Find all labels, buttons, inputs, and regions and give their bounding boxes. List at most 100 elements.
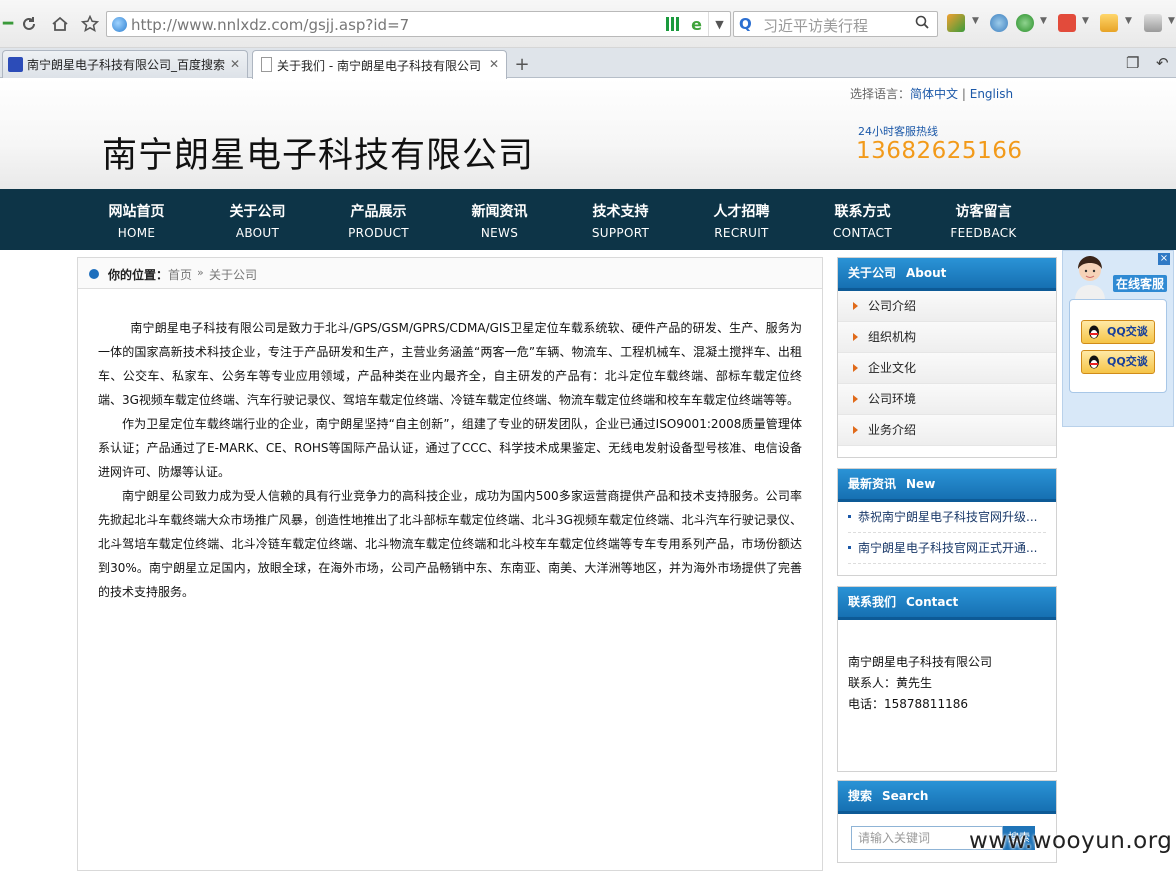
contact-person: 联系人：黄先生 xyxy=(848,676,933,690)
news-box-header: 最新资讯 New xyxy=(838,469,1056,502)
box-title-cn: 联系我们 xyxy=(848,595,897,609)
breadcrumb-home-link[interactable]: 首页 xyxy=(168,266,192,283)
sidebar-item-business[interactable]: 业务介绍 xyxy=(838,415,1056,446)
search-icon[interactable] xyxy=(915,15,929,33)
tab-baidu-search[interactable]: 南宁朗星电子科技有限公司_百度搜索 ✕ xyxy=(2,50,248,78)
news-list-item[interactable]: 南宁朗星电子科技官网正式开通... xyxy=(848,533,1046,564)
arrow-right-icon xyxy=(853,333,858,341)
box-title-cn: 关于公司 xyxy=(848,266,897,280)
nav-label-cn: 关于公司 xyxy=(229,204,286,220)
arrow-right-icon xyxy=(853,395,858,403)
browser-toolbar: ━ http://www.nnlxdz.com/gsjj.asp?id=7 e … xyxy=(0,0,1176,48)
tab-about-us[interactable]: 关于我们 - 南宁朗星电子科技有限公司 ✕ xyxy=(252,50,507,79)
nav-label-cn: 产品展示 xyxy=(350,204,407,220)
nav-label-en: RECRUIT xyxy=(714,226,769,240)
nav-label-cn: 访客留言 xyxy=(955,204,1012,220)
service-agent-avatar-icon xyxy=(1075,256,1105,299)
main-content-panel: 你的位置： 首页 » 关于公司 南宁朗星电子科技有限公司是致力于北斗/GPS/G… xyxy=(77,257,823,871)
nav-label-en: ABOUT xyxy=(235,226,280,240)
ie-mode-icon[interactable]: e xyxy=(691,15,702,34)
breadcrumb-current: 关于公司 xyxy=(209,268,258,282)
close-icon[interactable]: ✕ xyxy=(489,57,499,71)
tab-label: 关于我们 - 南宁朗星电子科技有限公司 xyxy=(277,58,481,73)
nav-label-en: NEWS xyxy=(480,226,519,240)
location-pin-icon xyxy=(89,269,99,279)
article-paragraph: 南宁朗星公司致力成为受人信赖的具有行业竞争力的高科技企业，成功为国内500多家运… xyxy=(98,489,802,599)
safety-caret-icon[interactable]: ▼ xyxy=(1040,16,1047,26)
hotline-label: 24小时客服热线 xyxy=(858,125,938,138)
news-title: 南宁朗星电子科技官网正式开通... xyxy=(858,541,1038,555)
news-list-item[interactable]: 恭祝南宁朗星电子科技官网升级... xyxy=(848,502,1046,533)
zoom-tool-icon[interactable] xyxy=(990,14,1008,32)
nav-recruit[interactable]: 人才招聘 RECRUIT xyxy=(681,189,802,250)
address-dropdown-icon[interactable]: ▼ xyxy=(708,12,730,36)
qq-panel: QQ交谈 QQ交谈 xyxy=(1069,299,1167,393)
news-sidebar-box: 最新资讯 New 恭祝南宁朗星电子科技官网升级... 南宁朗星电子科技官网正式开通… xyxy=(837,468,1057,576)
nav-product[interactable]: 产品展示 PRODUCT xyxy=(318,189,439,250)
safety-shield-icon[interactable] xyxy=(1016,14,1034,32)
search-engine-icon[interactable]: Q xyxy=(739,15,752,33)
apps-grid-icon[interactable] xyxy=(947,14,965,32)
nav-contact[interactable]: 联系方式 CONTACT xyxy=(802,189,923,250)
about-box-header: 关于公司 About xyxy=(838,258,1056,291)
nav-about[interactable]: 关于公司 ABOUT xyxy=(197,189,318,250)
nav-label-cn: 新闻资讯 xyxy=(471,204,528,220)
contact-box-header: 联系我们 Contact xyxy=(838,587,1056,620)
new-tab-plus-icon[interactable]: + xyxy=(510,52,534,76)
sidebar-item-culture[interactable]: 企业文化 xyxy=(838,353,1056,384)
tab-bar: 南宁朗星电子科技有限公司_百度搜索 ✕ 关于我们 - 南宁朗星电子科技有限公司 … xyxy=(0,48,1176,79)
nav-label-en: PRODUCT xyxy=(348,226,409,240)
about-article: 南宁朗星电子科技有限公司是致力于北斗/GPS/GSM/GPRS/CDMA/GIS… xyxy=(98,316,802,604)
qq-button-label: QQ交谈 xyxy=(1107,355,1148,368)
article-paragraph: 南宁朗星电子科技有限公司是致力于北斗/GPS/GSM/GPRS/CDMA/GIS… xyxy=(98,321,802,407)
nav-home[interactable]: 网站首页 HOME xyxy=(76,189,197,250)
nav-label-cn: 技术支持 xyxy=(592,204,649,220)
nav-feedback[interactable]: 访客留言 FEEDBACK xyxy=(923,189,1044,250)
breadcrumb-separator: » xyxy=(197,266,204,279)
favorite-star-icon[interactable] xyxy=(78,12,102,36)
sidebar-item-label: 公司环境 xyxy=(868,392,917,406)
sidebar-item-organization[interactable]: 组织机构 xyxy=(838,322,1056,353)
sidebar-item-company-intro[interactable]: 公司介绍 xyxy=(838,291,1056,322)
refresh-icon[interactable] xyxy=(17,12,41,36)
address-bar[interactable]: http://www.nnlxdz.com/gsjj.asp?id=7 e ▼ xyxy=(106,11,731,37)
contact-info: 南宁朗星电子科技有限公司 联系人：黄先生 电话：15878811186 xyxy=(838,620,1056,725)
browser-search-input[interactable]: 习近平访美行程 xyxy=(763,15,868,36)
apps-caret-icon[interactable]: ▼ xyxy=(972,16,979,26)
lang-chinese-link[interactable]: 简体中文 xyxy=(910,87,958,101)
nav-news[interactable]: 新闻资讯 NEWS xyxy=(439,189,560,250)
box-title-en: Contact xyxy=(906,595,959,609)
nav-support[interactable]: 技术支持 SUPPORT xyxy=(560,189,681,250)
restore-tabs-icon[interactable]: ❐ xyxy=(1126,54,1139,72)
wooyun-watermark: www.wooyun.org xyxy=(969,828,1173,854)
close-icon[interactable]: ✕ xyxy=(230,57,240,71)
sidebar-item-label: 企业文化 xyxy=(868,361,917,375)
address-url[interactable]: http://www.nnlxdz.com/gsjj.asp?id=7 xyxy=(131,16,409,34)
game-caret-icon[interactable]: ▼ xyxy=(1125,16,1132,26)
box-title-en: New xyxy=(906,477,936,491)
nav-label-cn: 联系方式 xyxy=(834,204,891,220)
contact-sidebar-box: 联系我们 Contact 南宁朗星电子科技有限公司 联系人：黄先生 电话：1587… xyxy=(837,586,1057,772)
tools-caret-icon[interactable]: ▼ xyxy=(1168,16,1175,26)
company-logo-title[interactable]: 南宁朗星电子科技有限公司 xyxy=(102,127,534,178)
news-title: 恭祝南宁朗星电子科技官网升级... xyxy=(858,510,1038,524)
undo-close-icon[interactable]: ↶ xyxy=(1156,54,1169,72)
page-icon xyxy=(261,57,272,72)
sidebar-item-label: 组织机构 xyxy=(868,330,917,344)
adblock-icon[interactable] xyxy=(1058,14,1076,32)
close-icon[interactable]: × xyxy=(1158,253,1170,265)
language-label: 选择语言： xyxy=(850,87,911,101)
browser-search-box[interactable]: Q 习近平访美行程 xyxy=(733,11,938,37)
home-icon[interactable] xyxy=(48,12,72,36)
adblock-caret-icon[interactable]: ▼ xyxy=(1082,16,1089,26)
qq-chat-button[interactable]: QQ交谈 xyxy=(1081,350,1155,374)
bullet-icon xyxy=(848,546,851,549)
lang-english-link[interactable]: English xyxy=(970,87,1013,101)
tools-menu-icon[interactable] xyxy=(1144,14,1162,32)
sidebar-item-environment[interactable]: 公司环境 xyxy=(838,384,1056,415)
breadcrumb-label: 你的位置： xyxy=(108,268,169,282)
qr-code-icon[interactable] xyxy=(666,17,680,31)
hotline-number: 13682625166 xyxy=(856,138,1023,164)
game-extension-icon[interactable] xyxy=(1100,14,1118,32)
qq-chat-button[interactable]: QQ交谈 xyxy=(1081,320,1155,344)
